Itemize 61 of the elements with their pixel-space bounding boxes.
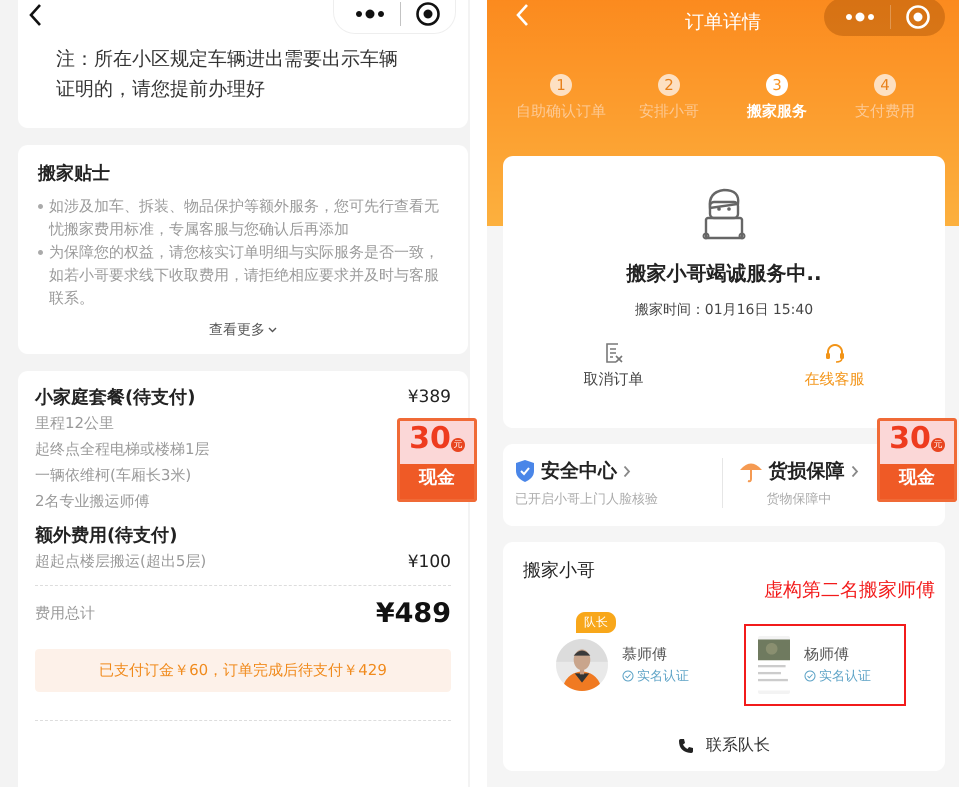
mover-name: 慕师傅 [622,645,668,664]
mover-icon [700,186,748,242]
guarantee-status: 货物保障中 [766,491,832,508]
back-icon[interactable] [28,3,42,27]
section-title: 额外费用(待支付) [35,524,178,547]
cancel-order-button[interactable]: 取消订单 [544,341,684,390]
fee-item: 起终点全程电梯或楼梯1层 [35,439,210,460]
coupon-amount: 30 [409,421,451,457]
guarantee-status: 已开启小哥上门人脸核验 [515,491,659,508]
guarantee-link[interactable]: 货损保障 [738,458,858,484]
close-icon[interactable] [415,0,441,26]
payment-note: 已支付订金￥60，订单完成后待支付￥429 [35,649,451,692]
progress-step[interactable]: 3 搬家服务 [724,74,830,121]
chevron-down-icon [268,327,277,333]
chevron-right-icon [623,464,631,478]
section-title: 小家庭套餐(待支付) [35,386,196,409]
chevron-right-icon [850,464,858,478]
page-title: 订单详情 [685,10,761,33]
coupon-amount: 30 [889,421,931,457]
coupon-unit: 元 [450,438,465,452]
tip-text: 如涉及加车、拆装、物品保护等额外服务，您可先行查看无忧搬家费用标准，专属客服与您确认后再添加 [49,196,440,240]
annotation-text: 虚构第二名搬家师傅 [764,578,935,603]
more-icon[interactable] [354,8,386,18]
document-icon [604,342,624,364]
moving-time: 搬家时间：01月16日 15:40 [634,301,814,319]
see-more-link[interactable]: 查看更多 [203,320,283,340]
headset-icon [824,342,846,364]
check-circle-icon [622,670,634,682]
progress-step[interactable]: 2 安排小哥 [616,74,722,121]
cash-coupon[interactable]: 30 元 现金 [397,418,477,502]
card-title: 搬家小哥 [523,560,595,581]
coupon-label: 现金 [419,466,455,489]
fee-item: 一辆依维柯(车厢长3米) [35,465,192,486]
status-title: 搬家小哥竭诚服务中.. [626,260,822,287]
price-text: ¥389 [408,387,451,407]
total-amount: ¥489 [376,598,451,629]
bullet-icon [38,250,43,255]
contact-captain-button[interactable]: 联系队长 [672,734,776,757]
phone-icon [678,738,694,754]
customer-service-button[interactable]: 在线客服 [764,341,904,390]
notice-text: 注：所在小区规定车辆进出需要出示车辆证明的，请您提前办理好 [56,48,398,100]
verified-label: 实名认证 [622,667,689,685]
progress-step[interactable]: 4 支付费用 [832,74,938,121]
coupon-label: 现金 [899,466,935,489]
coupon-unit: 元 [930,438,945,452]
progress-step[interactable]: 1 自助确认订单 [508,74,614,121]
bullet-icon [38,204,43,209]
captain-badge: 队长 [576,612,616,633]
check-circle-icon [804,670,816,682]
price-text: ¥100 [408,552,451,572]
fee-item: 超起点楼层搬运(超出5层) [35,551,206,572]
shield-icon [515,459,535,483]
card-title: 搬家贴士 [38,162,111,185]
guarantee-link[interactable]: 安全中心 [515,458,722,484]
verified-label: 实名认证 [804,667,871,685]
tip-text: 为保障您的权益，请您核实订单明细与实际服务是否一致，如若小哥要求线下收取费用，请拒绝相应要求并及时与客服联系。 [49,242,440,309]
fee-item: 2名专业搬运师傅 [35,491,150,512]
fee-item: 里程12公里 [35,413,114,434]
mover-name: 杨师傅 [804,645,850,664]
cash-coupon[interactable]: 30 元 现金 [877,418,957,502]
total-label: 费用总计 [35,604,95,623]
